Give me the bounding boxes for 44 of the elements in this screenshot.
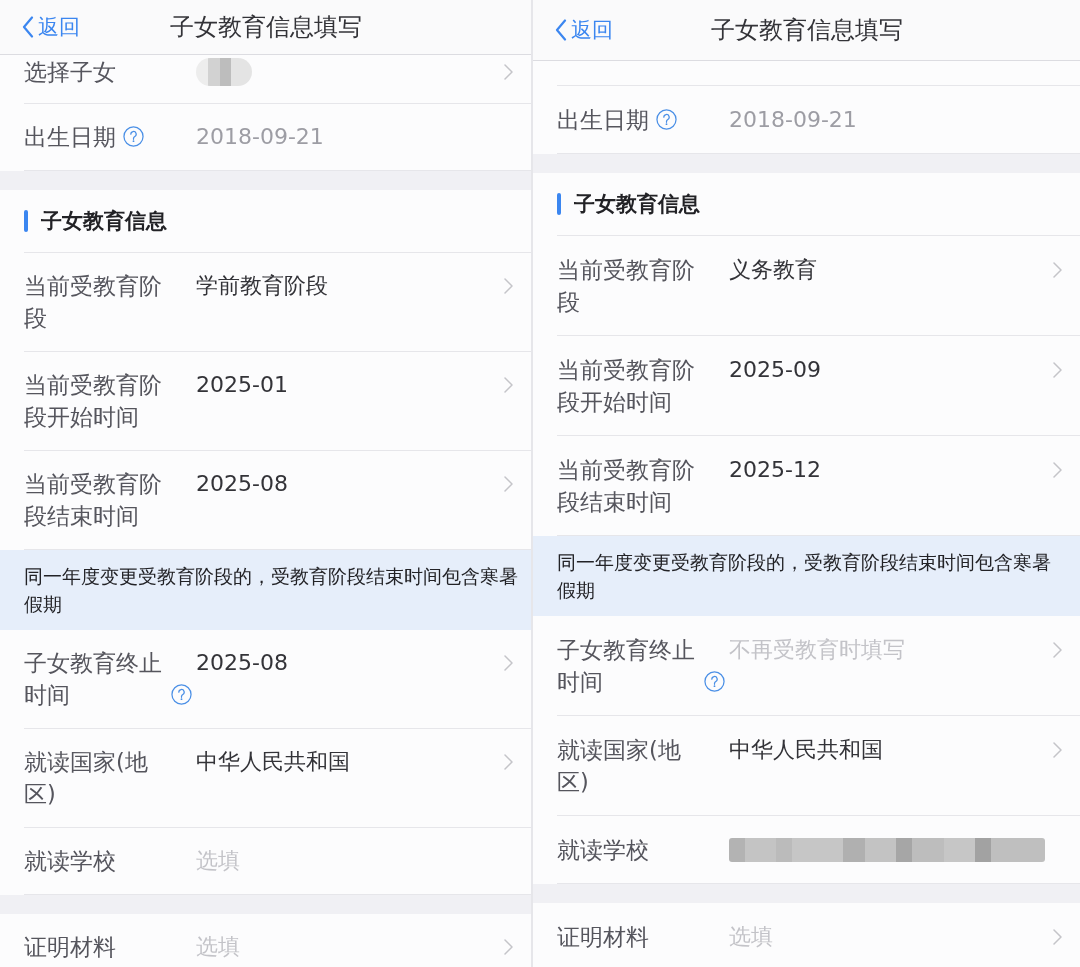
field-label: 证明材料 xyxy=(557,922,649,952)
field-value[interactable]: 义务教育 xyxy=(729,253,817,286)
nav-title: 子女教育信息填写 xyxy=(169,12,362,42)
field-value[interactable]: 2025-12 xyxy=(729,453,821,486)
section-title: 子女教育信息 xyxy=(574,191,700,218)
nav-title: 子女教育信息填写 xyxy=(710,15,903,45)
field-value[interactable]: 2025-09 xyxy=(729,353,821,386)
field-value[interactable]: 中华人民共和国 xyxy=(196,746,350,778)
field-label: 当前受教育阶段 xyxy=(557,255,696,317)
field-label: 当前受教育阶段 xyxy=(24,272,163,333)
notice-text: 同一年度变更受教育阶段的，受教育阶段结束时间包含寒暑假期 xyxy=(24,564,519,617)
field-label: 当前受教育阶段结束时间 xyxy=(24,470,163,531)
accent-bar-icon xyxy=(557,193,561,215)
field-value[interactable]: 中华人民共和国 xyxy=(729,733,883,766)
back-button[interactable]: 返回 xyxy=(18,12,84,42)
field-value: 2018-09-21 xyxy=(729,105,857,134)
field-label: 子女教育终止时间 xyxy=(557,635,696,697)
accent-bar-icon xyxy=(24,210,28,232)
field-label: 当前受教育阶段结束时间 xyxy=(557,455,696,517)
back-button[interactable]: 返回 xyxy=(551,15,617,45)
field-value[interactable]: 2025-08 xyxy=(196,647,288,679)
field-label: 出生日期 xyxy=(24,123,116,152)
field-label: 就读国家(地区) xyxy=(557,735,682,797)
section-title: 子女教育信息 xyxy=(41,208,167,235)
field-value[interactable]: 2025-01 xyxy=(196,369,288,401)
field-label: 就读国家(地区) xyxy=(24,748,149,809)
field-label: 就读学校 xyxy=(24,847,116,876)
field-value: 2018-09-21 xyxy=(196,123,324,151)
help-icon[interactable] xyxy=(123,126,144,147)
field-label: 出生日期 xyxy=(557,105,649,135)
field-label: 当前受教育阶段开始时间 xyxy=(557,355,696,417)
field-label: 当前受教育阶段开始时间 xyxy=(24,371,163,432)
field-label: 就读学校 xyxy=(557,835,649,865)
chevron-left-icon xyxy=(555,19,567,41)
help-icon[interactable] xyxy=(656,108,677,130)
field-value[interactable]: 学前教育阶段 xyxy=(196,270,328,302)
help-icon[interactable] xyxy=(171,684,192,705)
field-label: 子女教育终止时间 xyxy=(24,649,163,710)
help-icon[interactable] xyxy=(704,670,725,692)
field-value[interactable]: 2025-08 xyxy=(196,468,288,500)
field-label: 选择子女 xyxy=(24,58,116,87)
field-label: 证明材料 xyxy=(24,933,116,962)
chevron-left-icon xyxy=(22,16,34,38)
notice-text: 同一年度变更受教育阶段的，受教育阶段结束时间包含寒暑假期 xyxy=(557,550,1052,603)
